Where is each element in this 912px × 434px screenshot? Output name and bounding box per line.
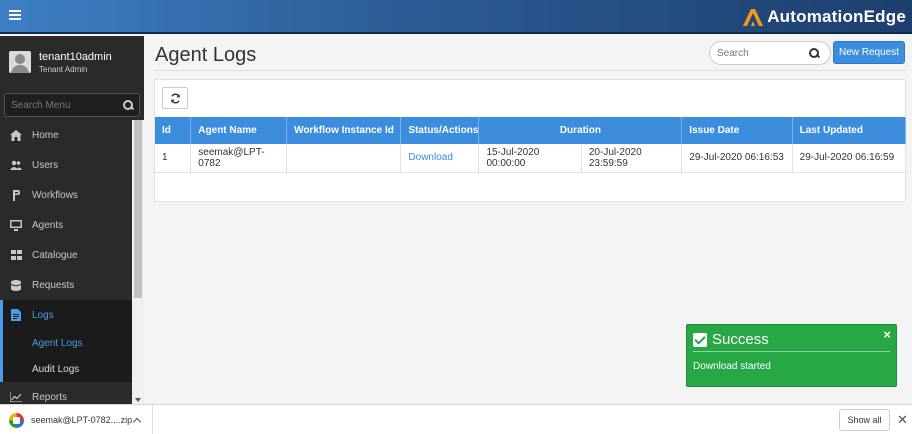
sidebar: tenant10admin Tenant Admin Search Menu H…	[0, 36, 144, 404]
cell-duration-end: 20-Jul-2020 23:59:59	[581, 144, 683, 173]
agent-logs-table: Id Agent Name Workflow Instance Id Statu…	[155, 117, 907, 173]
column-header-id[interactable]: Id	[155, 117, 192, 144]
column-header-agent-name[interactable]: Agent Name	[190, 117, 288, 144]
avatar	[9, 51, 31, 73]
check-square-icon	[693, 332, 707, 347]
sidebar-subitem-agent-logs[interactable]: Agent Logs	[3, 330, 132, 356]
column-header-last-updated[interactable]: Last Updated	[792, 117, 907, 144]
sidebar-item-label: Users	[32, 159, 59, 171]
download-item[interactable]: seemak@LPT-0782....zip	[0, 405, 153, 434]
cell-agent-name: seemak@LPT-0782	[190, 144, 288, 173]
sidebar-item-workflows[interactable]: Workflows	[0, 180, 132, 210]
logs-panel: Id Agent Name Workflow Instance Id Statu…	[154, 79, 907, 202]
new-request-button[interactable]: New Request	[833, 41, 905, 64]
grid-icon	[10, 249, 22, 261]
cell-duration-start: 15-Jul-2020 00:00:00	[478, 144, 582, 173]
sidebar-item-label: Workflows	[32, 189, 78, 201]
sidebar-item-label: Agents	[32, 219, 64, 231]
refresh-button[interactable]	[162, 87, 188, 109]
close-icon[interactable]: ✕	[897, 412, 908, 428]
cell-id: 1	[155, 144, 192, 173]
user-role: Tenant Admin	[39, 64, 88, 74]
sidebar-item-catalogue[interactable]: Catalogue	[0, 240, 132, 270]
search-menu-input[interactable]: Search Menu	[4, 93, 140, 117]
logs-submenu: Agent Logs Audit Logs	[0, 330, 132, 382]
close-icon[interactable]: ×	[883, 327, 891, 342]
database-icon	[10, 279, 22, 291]
search-box[interactable]	[709, 41, 831, 65]
table-row: 1 seemak@LPT-0782 Download 15-Jul-2020 0…	[155, 144, 907, 173]
table-header-row: Id Agent Name Workflow Instance Id Statu…	[155, 117, 907, 144]
sidebar-item-label: Home	[32, 129, 59, 141]
sidebar-item-label: Catalogue	[32, 249, 78, 261]
column-header-status-actions[interactable]: Status/Actions	[400, 117, 480, 144]
toast-message: Download started	[693, 361, 771, 372]
sidebar-subitem-audit-logs[interactable]: Audit Logs	[3, 356, 132, 382]
search-icon[interactable]	[809, 48, 819, 58]
download-link[interactable]: Download	[408, 152, 452, 163]
divider	[154, 70, 906, 71]
cell-last-updated: 29-Jul-2020 06:16:59	[792, 144, 907, 173]
column-header-workflow-instance-id[interactable]: Workflow Instance Id	[286, 117, 402, 144]
cell-status-actions: Download	[400, 144, 480, 173]
download-bar: seemak@LPT-0782....zip Show all ✕	[0, 404, 912, 434]
sidebar-item-users[interactable]: Users	[0, 150, 132, 180]
page-title: Agent Logs	[155, 44, 257, 66]
search-input[interactable]	[717, 47, 809, 59]
chart-icon	[10, 391, 22, 403]
cell-issue-date: 29-Jul-2020 06:16:53	[681, 144, 793, 173]
sidebar-item-label: Reports	[32, 391, 68, 403]
search-menu-placeholder: Search Menu	[11, 99, 71, 111]
chevron-up-icon[interactable]	[132, 417, 142, 426]
scroll-down-icon[interactable]	[135, 398, 141, 402]
user-name: tenant10admin	[39, 50, 112, 63]
hamburger-icon[interactable]	[9, 10, 21, 20]
search-icon[interactable]	[123, 100, 133, 110]
scrollbar-thumb[interactable]	[134, 120, 142, 298]
success-toast: Success × Download started	[686, 324, 897, 387]
sidebar-nav: Home Users Workflows Agents Catalogue Re…	[0, 120, 132, 404]
monitor-icon	[10, 219, 22, 231]
users-icon	[10, 159, 22, 171]
brand-logo: AutomationEdge	[742, 4, 906, 30]
document-icon	[10, 309, 22, 321]
sidebar-item-reports[interactable]: Reports	[0, 382, 132, 404]
sidebar-item-logs[interactable]: Logs	[0, 300, 132, 330]
sidebar-item-home[interactable]: Home	[0, 120, 132, 150]
home-icon	[10, 129, 22, 141]
refresh-icon	[170, 93, 180, 103]
sidebar-item-label: Logs	[32, 309, 54, 321]
download-file-name: seemak@LPT-0782....zip	[31, 415, 133, 425]
divider	[693, 351, 890, 352]
brand-name: AutomationEdge	[767, 7, 906, 26]
top-bar: AutomationEdge	[0, 0, 912, 34]
zip-file-icon	[9, 412, 24, 428]
sidebar-item-agents[interactable]: Agents	[0, 210, 132, 240]
sidebar-item-requests[interactable]: Requests	[0, 270, 132, 300]
logo-mark-icon	[743, 9, 764, 26]
toast-title: Success	[712, 331, 769, 348]
column-header-duration[interactable]: Duration	[478, 117, 683, 144]
show-all-button[interactable]: Show all	[839, 409, 890, 431]
workflow-icon	[10, 189, 22, 201]
user-panel: tenant10admin Tenant Admin	[0, 36, 144, 88]
sidebar-item-label: Requests	[32, 279, 75, 291]
column-header-issue-date[interactable]: Issue Date	[681, 117, 793, 144]
sidebar-scrollbar[interactable]	[132, 120, 144, 404]
cell-workflow-instance-id	[286, 144, 402, 173]
